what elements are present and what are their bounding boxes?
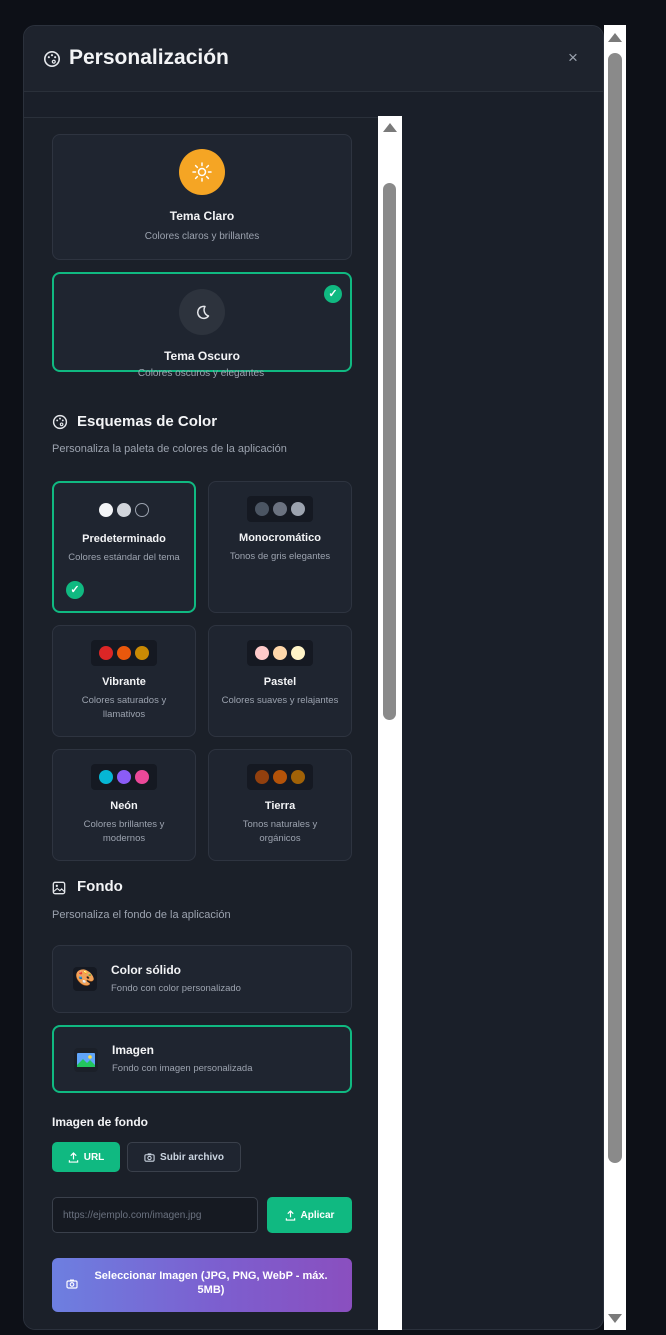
modal-header: Personalización × [24, 26, 603, 92]
tab-upload-file[interactable]: Subir archivo [127, 1142, 241, 1172]
palette-icon: 🎨 [73, 967, 97, 991]
settings-panel: Tema Claro Colores claros y brillantes ✓… [24, 117, 402, 1329]
section-title-color-schemes: Esquemas de Color [77, 413, 218, 430]
color-swatches [91, 764, 157, 790]
color-swatches [91, 497, 157, 523]
check-icon: ✓ [324, 285, 342, 303]
apply-label: Aplicar [300, 1209, 335, 1221]
section-subtitle: Personaliza la paleta de colores de la a… [52, 443, 287, 455]
select-image-button[interactable]: Seleccionar Imagen (JPG, PNG, WebP - máx… [52, 1258, 352, 1312]
swatch [291, 646, 305, 660]
camera-icon [66, 1279, 78, 1289]
theme-subtitle: Colores claros y brillantes [144, 231, 260, 242]
scheme-desc: Colores estándar del tema [68, 552, 180, 563]
scroll-thumb[interactable] [608, 53, 622, 1163]
tab-upload-label: Subir archivo [160, 1151, 224, 1163]
image-icon [74, 1048, 98, 1072]
close-button[interactable]: × [560, 45, 586, 71]
theme-title: Tema Oscuro [164, 349, 240, 363]
swatch [117, 503, 131, 517]
tab-url[interactable]: URL [52, 1142, 120, 1172]
swatch [273, 502, 287, 516]
scheme-card-vibrante[interactable]: Vibrante Colores saturados y llamativos [52, 625, 196, 737]
upload-icon [285, 1209, 295, 1221]
swatch [99, 503, 113, 517]
scheme-card-monocromatico[interactable]: Monocromático Tonos de gris elegantes [208, 481, 352, 613]
swatch [99, 770, 113, 784]
color-swatches [91, 640, 157, 666]
scheme-desc: Colores saturados y llamativos [81, 695, 167, 720]
select-image-label: Seleccionar Imagen (JPG, PNG, WebP - máx… [94, 1270, 328, 1296]
inner-scrollbar[interactable] [378, 116, 402, 1330]
palette-icon [52, 414, 68, 430]
bg-option-title: Color sólido [111, 963, 181, 977]
swatch [99, 646, 113, 660]
image-outline-icon [52, 881, 66, 895]
swatch [291, 770, 305, 784]
swatch [117, 770, 131, 784]
swatch [273, 770, 287, 784]
palette-icon [43, 50, 61, 68]
swatch [135, 503, 149, 517]
sun-icon [179, 149, 225, 195]
modal-title: Personalización [69, 46, 229, 69]
swatch [255, 502, 269, 516]
check-icon: ✓ [66, 581, 84, 599]
scheme-name: Predeterminado [82, 533, 166, 545]
theme-light-card[interactable]: Tema Claro Colores claros y brillantes [52, 134, 352, 260]
image-source-label: Imagen de fondo [52, 1115, 148, 1129]
swatch [135, 646, 149, 660]
color-swatches [247, 764, 313, 790]
scheme-desc: Colores suaves y relajantes [221, 695, 339, 706]
swatch [255, 770, 269, 784]
scheme-desc: Tonos naturales y orgánicos [242, 819, 318, 844]
scheme-card-tierra[interactable]: Tierra Tonos naturales y orgánicos [208, 749, 352, 861]
swatch [291, 502, 305, 516]
scroll-thumb[interactable] [383, 183, 396, 720]
theme-title: Tema Claro [169, 209, 235, 223]
scheme-name: Vibrante [102, 676, 146, 688]
swatch [273, 646, 287, 660]
upload-icon [68, 1151, 78, 1163]
swatch [135, 770, 149, 784]
image-url-input[interactable] [52, 1197, 258, 1233]
tab-url-label: URL [83, 1151, 105, 1163]
bg-option-solid-color[interactable]: 🎨 Color sólido Fondo con color personali… [52, 945, 352, 1013]
scheme-card-neon[interactable]: Neón Colores brillantes y modernos [52, 749, 196, 861]
theme-dark-subtitle: Colores oscuros y elegantes [137, 368, 265, 379]
personalization-modal: Personalización × Tema Claro Colores cla… [23, 25, 604, 1330]
scroll-down-arrow[interactable] [608, 1314, 622, 1323]
theme-dark-card[interactable]: ✓ Tema Oscuro [52, 272, 352, 372]
bg-option-subtitle: Fondo con color personalizado [111, 983, 241, 994]
scheme-name: Monocromático [239, 532, 321, 544]
color-swatches [247, 496, 313, 522]
section-title-background: Fondo [77, 878, 123, 895]
scheme-name: Neón [110, 800, 138, 812]
section-subtitle: Personaliza el fondo de la aplicación [52, 909, 231, 921]
scroll-up-arrow[interactable] [383, 123, 397, 132]
moon-icon [179, 289, 225, 335]
camera-icon [144, 1152, 155, 1162]
bg-option-subtitle: Fondo con imagen personalizada [112, 1063, 253, 1074]
scheme-name: Tierra [264, 800, 296, 812]
scheme-name: Pastel [263, 676, 297, 688]
swatch [117, 646, 131, 660]
outer-scrollbar[interactable] [604, 25, 626, 1330]
scheme-desc: Colores brillantes y modernos [83, 819, 165, 844]
scheme-desc: Tonos de gris elegantes [229, 551, 331, 562]
scheme-card-pastel[interactable]: Pastel Colores suaves y relajantes [208, 625, 352, 737]
apply-button[interactable]: Aplicar [267, 1197, 352, 1233]
swatch [255, 646, 269, 660]
scheme-card-predeterminado[interactable]: Predeterminado Colores estándar del tema… [52, 481, 196, 613]
bg-option-image[interactable]: Imagen Fondo con imagen personalizada [52, 1025, 352, 1093]
color-swatches [247, 640, 313, 666]
scroll-up-arrow[interactable] [608, 33, 622, 42]
bg-option-title: Imagen [112, 1043, 155, 1057]
